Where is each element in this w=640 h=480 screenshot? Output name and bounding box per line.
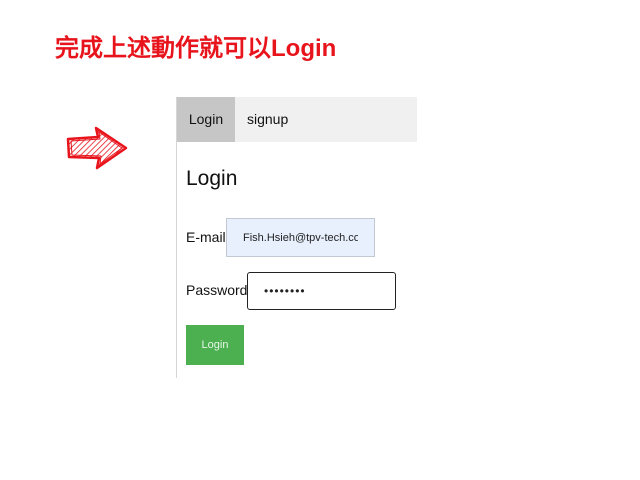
- tab-login[interactable]: Login: [177, 97, 235, 142]
- page-headline: 完成上述動作就可以Login: [55, 35, 337, 62]
- right-arrow-icon: [66, 126, 128, 170]
- email-field[interactable]: [226, 218, 375, 257]
- password-field[interactable]: [247, 272, 396, 310]
- login-button[interactable]: Login: [186, 325, 244, 365]
- email-label: E-mail: [186, 229, 226, 245]
- tab-signup[interactable]: signup: [247, 97, 327, 142]
- login-panel: Login signup Login E-mail Password Login: [176, 97, 417, 378]
- form-title: Login: [186, 167, 238, 190]
- tab-bar: Login signup: [177, 97, 417, 142]
- password-label: Password: [186, 282, 248, 298]
